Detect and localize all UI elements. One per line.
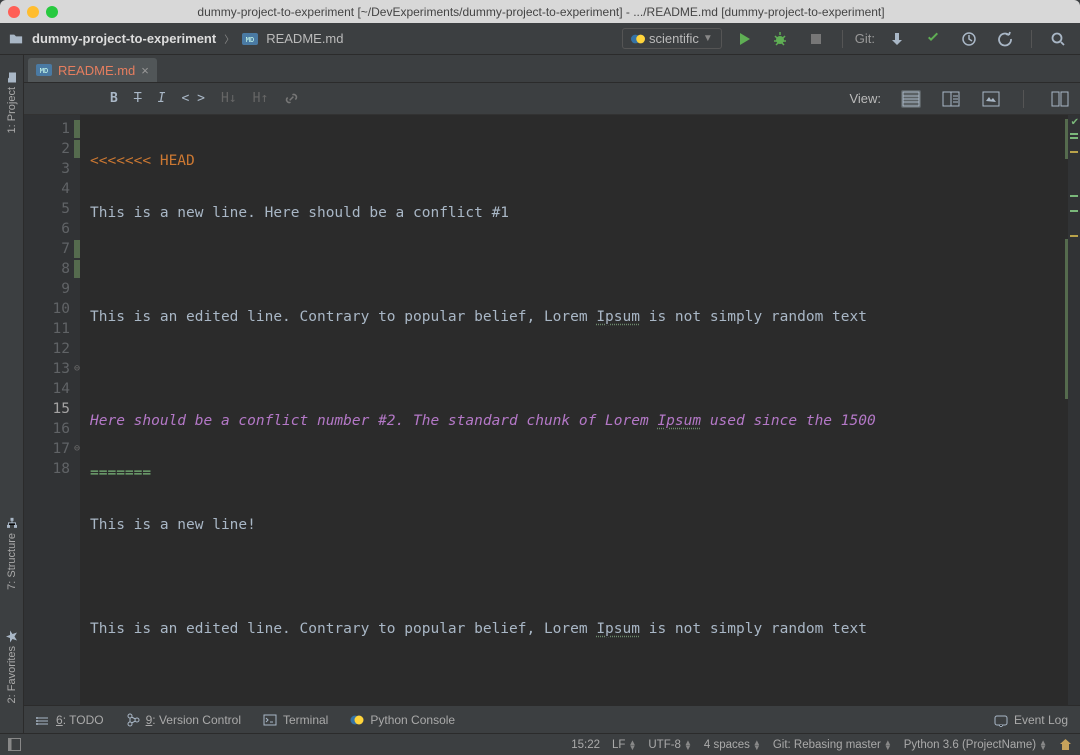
- main-toolbar: dummy-project-to-experiment 〉 MD README.…: [0, 23, 1080, 55]
- vcs-revert-button[interactable]: [991, 28, 1019, 50]
- bold-button[interactable]: B: [110, 91, 118, 106]
- status-indexing-icon[interactable]: [1059, 738, 1072, 751]
- run-config-selector[interactable]: scientific ▼: [622, 28, 722, 49]
- divider: [1031, 30, 1032, 48]
- svg-text:MD: MD: [40, 67, 48, 75]
- run-button[interactable]: [730, 28, 758, 50]
- view-preview-button[interactable]: [981, 90, 1001, 108]
- breadcrumb-sep-icon: 〉: [224, 31, 234, 46]
- conflict-head-marker: <<<<<<< HEAD: [90, 153, 195, 169]
- italic-button[interactable]: I: [158, 91, 166, 106]
- vcs-history-button[interactable]: [955, 28, 983, 50]
- debug-button[interactable]: [766, 28, 794, 50]
- run-config-label: scientific: [649, 31, 699, 46]
- analysis-ok-icon: ✔: [1071, 117, 1079, 128]
- editor-tab-readme[interactable]: MD README.md ×: [28, 58, 157, 82]
- error-stripe[interactable]: ✔: [1068, 115, 1080, 705]
- status-bar: 15:22 LF▲▼ UTF-8▲▼ 4 spaces▲▼ Git: Rebas…: [0, 733, 1080, 755]
- conflict-separator-marker: =======: [90, 465, 151, 481]
- status-indent[interactable]: 4 spaces▲▼: [704, 739, 761, 751]
- status-cursor-pos[interactable]: 15:22: [571, 739, 600, 751]
- tab-label: README.md: [58, 63, 135, 78]
- header-down-button[interactable]: H↓: [221, 91, 237, 106]
- editor[interactable]: 12345 678910 11121314 15161718 ⊖ ⊖ <<<<<…: [24, 115, 1080, 705]
- close-tab-icon[interactable]: ×: [141, 63, 149, 78]
- vcs-commit-button[interactable]: [919, 28, 947, 50]
- sidebar-tab-structure[interactable]: 7: Structure: [4, 511, 20, 596]
- tool-window-stripe-bottom: 6: TODO 9: Version Control Terminal Pyth…: [24, 705, 1080, 733]
- strikethrough-button[interactable]: T: [134, 91, 142, 106]
- star-icon: [6, 630, 18, 642]
- tool-windows-toggle[interactable]: [8, 738, 21, 751]
- breadcrumb-file[interactable]: README.md: [266, 31, 343, 46]
- status-encoding[interactable]: UTF-8▲▼: [648, 739, 692, 751]
- folder-icon: [6, 71, 18, 83]
- status-git[interactable]: Git: Rebasing master▲▼: [773, 739, 892, 751]
- breadcrumb-project[interactable]: dummy-project-to-experiment: [32, 31, 216, 46]
- folder-icon: [8, 32, 24, 46]
- header-up-button[interactable]: H↑: [253, 91, 269, 106]
- bottom-tab-python-console[interactable]: Python Console: [350, 713, 455, 727]
- code-button[interactable]: < >: [181, 91, 204, 106]
- sidebar-tab-project[interactable]: 1: Project: [4, 65, 20, 139]
- view-split-button[interactable]: [941, 90, 961, 108]
- view-editor-button[interactable]: [901, 90, 921, 108]
- structure-icon: [6, 517, 18, 529]
- status-line-ending[interactable]: LF▲▼: [612, 739, 636, 751]
- status-interpreter[interactable]: Python 3.6 (ProjectName)▲▼: [904, 739, 1047, 751]
- bottom-tab-vcs[interactable]: 9: Version Control: [126, 713, 241, 727]
- link-button[interactable]: [284, 91, 299, 106]
- line-number-gutter: 12345 678910 11121314 15161718 ⊖ ⊖: [24, 115, 80, 705]
- divider: [1023, 90, 1024, 108]
- sidebar-tab-favorites[interactable]: 2: Favorites: [4, 624, 20, 709]
- divider: [842, 30, 843, 48]
- mac-titlebar: dummy-project-to-experiment [~/DevExperi…: [0, 0, 1080, 23]
- view-label: View:: [849, 91, 881, 106]
- code-area[interactable]: <<<<<<< HEAD This is a new line. Here sh…: [80, 115, 1080, 705]
- bottom-tab-terminal[interactable]: Terminal: [263, 713, 328, 727]
- vcs-update-button[interactable]: [883, 28, 911, 50]
- bottom-tab-todo[interactable]: 6: TODO: [36, 713, 104, 727]
- git-label: Git:: [855, 31, 875, 46]
- markdown-file-icon: MD: [242, 32, 258, 46]
- markdown-file-icon: MD: [36, 64, 52, 76]
- tool-window-stripe-left: 1: Project 7: Structure 2: Favorites: [0, 55, 24, 733]
- bottom-tab-event-log[interactable]: Event Log: [994, 713, 1068, 727]
- markdown-toolbar: B T I < > H↓ H↑ View:: [0, 83, 1080, 115]
- window-title: dummy-project-to-experiment [~/DevExperi…: [10, 5, 1072, 19]
- editor-tabs: MD README.md ×: [0, 55, 1080, 83]
- view-layout-button[interactable]: [1050, 90, 1070, 108]
- change-markers: ⊖ ⊖: [66, 119, 80, 459]
- stop-button[interactable]: [802, 28, 830, 50]
- search-button[interactable]: [1044, 28, 1072, 50]
- svg-text:MD: MD: [246, 36, 254, 44]
- chevron-down-icon: ▼: [703, 33, 713, 44]
